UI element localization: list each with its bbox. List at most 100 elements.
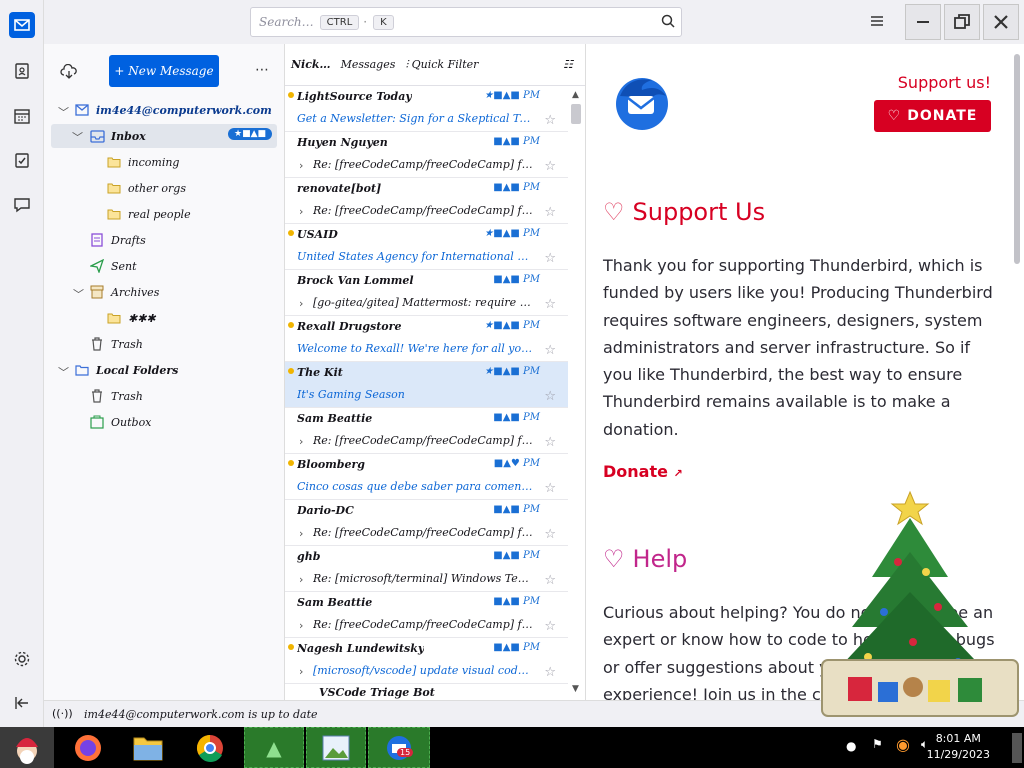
chevron-right-icon[interactable]: › <box>299 435 303 448</box>
chevron-right-icon[interactable]: › <box>299 527 303 540</box>
star-icon[interactable]: ☆ <box>544 527 556 542</box>
online-status-icon[interactable]: ((·)) <box>52 707 73 720</box>
star-icon[interactable]: ☆ <box>544 113 556 128</box>
scroll-down-icon[interactable]: ▼ <box>572 684 579 694</box>
search-input[interactable]: Search… CTRL · K <box>250 7 682 37</box>
star-icon[interactable]: ☆ <box>544 665 556 680</box>
sent-icon <box>89 258 105 274</box>
chat-button[interactable] <box>9 192 35 218</box>
message-row[interactable]: Nagesh Lundewitsky ■▲■ PM › [microsoft/vsco… <box>285 638 568 684</box>
chevron-right-icon[interactable]: › <box>299 205 303 218</box>
chrome-taskbar-button[interactable] <box>188 727 232 768</box>
address-book-button[interactable] <box>9 58 35 84</box>
mail-space-button[interactable] <box>9 12 35 38</box>
selected-message-row[interactable]: The Kit ★■▲■ PM It's Gaming Season ☆ <box>285 362 568 408</box>
preview-scroll-thumb[interactable] <box>1014 54 1020 264</box>
file-explorer-taskbar-button[interactable] <box>126 727 170 768</box>
app-menu-button[interactable] <box>870 14 884 31</box>
settings-button[interactable] <box>9 646 35 672</box>
close-button[interactable] <box>983 4 1019 40</box>
scroll-up-icon[interactable]: ▲ <box>572 90 579 100</box>
photo-taskbar-button[interactable] <box>306 727 366 768</box>
star-icon[interactable]: ☆ <box>544 297 556 312</box>
star-icon[interactable]: ☆ <box>544 573 556 588</box>
star-icon[interactable]: ☆ <box>544 251 556 266</box>
message-row[interactable]: Rexall Drugstore ★■▲■ PM Welcome to Rexall… <box>285 316 568 362</box>
star-icon[interactable]: ☆ <box>544 343 556 358</box>
tray-dot-icon[interactable]: ● <box>846 739 856 753</box>
star-icon[interactable]: ☆ <box>544 481 556 496</box>
message-row[interactable]: USAID ★■▲■ PM United States Agency for Int… <box>285 224 568 270</box>
start-button[interactable] <box>0 727 54 768</box>
message-row[interactable]: Huyen Nguyen ■▲■ PM › Re: [freeCodeCamp/fre… <box>285 132 568 178</box>
folder-label: other orgs <box>128 181 186 195</box>
show-desktop-button[interactable] <box>1012 733 1022 763</box>
folder-item-real-people[interactable]: real people <box>106 203 191 225</box>
folder-item-drafts[interactable]: Drafts <box>89 229 146 251</box>
scrollbar-thumb[interactable] <box>571 104 581 124</box>
tree-gadget-taskbar-button[interactable]: ▲ <box>244 727 304 768</box>
new-message-button[interactable]: + New Message <box>109 55 219 87</box>
folder-label: Trash <box>111 337 143 351</box>
folder-item-trash[interactable]: Trash <box>89 333 143 355</box>
display-options-icon[interactable]: ☷ <box>563 58 573 71</box>
message-list-header: Nick… Messages ⫶ Quick Filter ☷ <box>285 44 585 86</box>
support-us-link[interactable]: Support us! <box>898 73 991 92</box>
message-row[interactable]: Brock Van Lommel ■▲■ PM › [go-gitea/gitea] … <box>285 270 568 316</box>
message-subject: Re: [freeCodeCamp/freeCodeCamp] feat(… <box>313 204 533 217</box>
message-row[interactable]: ghb ■▲■ PM › Re: [microsoft/terminal] Windo… <box>285 546 568 592</box>
message-row[interactable]: Dario-DC ■▲■ PM › Re: [freeCodeCamp/freeCod… <box>285 500 568 546</box>
star-icon[interactable]: ☆ <box>544 205 556 220</box>
local-folders-item[interactable]: Local Folders <box>74 359 178 381</box>
chevron-down-icon[interactable]: ﹀ <box>72 129 83 145</box>
chevron-right-icon[interactable]: › <box>299 159 303 172</box>
folder-item-local-trash[interactable]: Trash <box>89 385 143 407</box>
folder-item-archive-year[interactable]: ✱✱✱ <box>106 307 156 329</box>
christmas-tree-gadget[interactable] <box>818 482 1023 722</box>
star-icon[interactable]: ☆ <box>544 435 556 450</box>
calendar-button[interactable] <box>9 103 35 129</box>
thunderbird-taskbar-button[interactable]: 15 <box>368 727 430 768</box>
chevron-down-icon[interactable]: ﹀ <box>58 364 69 380</box>
clock-date: 11/29/2023 <box>926 748 990 761</box>
folder-item-other-orgs[interactable]: other orgs <box>106 177 186 199</box>
minimize-button[interactable] <box>905 4 941 40</box>
chevron-right-icon[interactable]: › <box>299 619 303 632</box>
search-icon[interactable] <box>661 14 675 31</box>
message-row[interactable]: Bloomberg ■▲♥ PM Cinco cosas que debe sabe… <box>285 454 568 500</box>
system-clock[interactable]: 8:01 AM 11/29/2023 <box>927 731 990 763</box>
chevron-down-icon[interactable]: ﹀ <box>58 104 69 120</box>
message-row[interactable]: Sam Beattie ■▲■ PM › Re: [freeCodeCamp/free… <box>285 408 568 454</box>
folder-label: real people <box>128 207 191 221</box>
flag-icon[interactable]: ⚑ <box>872 737 883 751</box>
donate-link[interactable]: Donate ↗ <box>603 462 683 481</box>
chevron-right-icon[interactable]: › <box>299 573 303 586</box>
chevron-right-icon[interactable]: › <box>299 665 303 678</box>
inbox-item[interactable]: ﹀ Inbox ★■▲■ <box>51 124 277 148</box>
star-icon[interactable]: ☆ <box>544 389 556 404</box>
firefox-taskbar-button[interactable] <box>66 727 110 768</box>
message-row[interactable]: LightSource Today ★■▲■ PM Get a Newsletter… <box>285 86 568 132</box>
donate-button[interactable]: ♡ DONATE <box>874 100 991 132</box>
message-row[interactable]: Sam Beattie ■▲■ PM › Re: [freeCodeCamp/free… <box>285 592 568 638</box>
list-item-partial[interactable]: VSCode Triage Bot <box>297 686 435 699</box>
folder-item-archives[interactable]: Archives <box>89 281 159 303</box>
account-mail-icon <box>74 102 90 118</box>
star-icon[interactable]: ☆ <box>544 619 556 634</box>
account-item[interactable]: im4e44@computerwork.com <box>74 99 272 121</box>
star-icon[interactable]: ☆ <box>544 159 556 174</box>
firefox-tray-icon[interactable]: ◉ <box>896 735 910 754</box>
folder-item-outbox[interactable]: Outbox <box>89 411 151 433</box>
chevron-down-icon[interactable]: ﹀ <box>73 286 84 302</box>
quick-filter-button[interactable]: ⫶ Quick Filter <box>405 58 478 72</box>
chevron-right-icon[interactable]: › <box>299 297 303 310</box>
message-row[interactable]: renovate[bot] ■▲■ PM › Re: [freeCodeCamp/fr… <box>285 178 568 224</box>
restore-button[interactable] <box>944 4 980 40</box>
tasks-button[interactable] <box>9 147 35 173</box>
message-list-scrollbar[interactable]: ▲ ▼ <box>569 88 583 700</box>
more-options-icon[interactable]: ⋯ <box>255 62 269 78</box>
collapse-spaces-button[interactable] <box>9 690 35 716</box>
get-messages-button[interactable] <box>60 63 78 83</box>
folder-item-incoming[interactable]: incoming <box>106 151 179 173</box>
folder-item-sent[interactable]: Sent <box>89 255 137 277</box>
